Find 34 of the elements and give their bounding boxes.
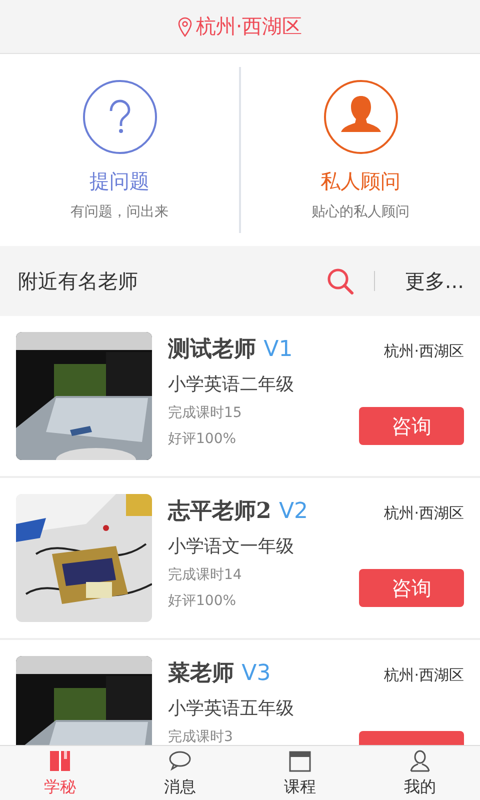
shortcut-title: 私人顾问 — [320, 170, 400, 194]
rating-label: 好评100% — [168, 430, 238, 448]
lessons-count: 完成课时15 — [168, 404, 243, 422]
tab-item[interactable]: 我的 — [360, 746, 480, 800]
section-title: 附近有名老师 — [18, 268, 139, 294]
person-icon — [408, 748, 432, 772]
teacher-name: 测试老师 V1 — [168, 335, 294, 364]
chat-bubble-icon — [168, 748, 192, 772]
location-label: 杭州·西湖区 — [384, 666, 464, 685]
location-label: 杭州·西湖区 — [384, 504, 464, 523]
shortcut-title: 提问题 — [90, 170, 150, 194]
location-label: 杭州·西湖区 — [196, 13, 302, 40]
lessons-count: 完成课时14 — [168, 566, 243, 584]
tab-item[interactable]: 消息 — [120, 746, 240, 800]
course-label: 小学英语二年级 — [168, 373, 295, 396]
location-pin-icon — [178, 16, 192, 36]
location-label: 杭州·西湖区 — [384, 342, 464, 361]
question-icon — [80, 80, 158, 154]
tab-item[interactable]: 课程 — [240, 746, 360, 800]
lessons-count: 完成课时3 — [168, 728, 234, 745]
calendar-icon — [288, 748, 312, 772]
shortcut-subtitle: 贴心的私人顾问 — [312, 202, 410, 220]
teacher-name: 菜老师 V3 — [168, 659, 272, 688]
consult-button[interactable]: 咨询 — [359, 569, 464, 607]
teacher-name: 志平老师2 V2 — [168, 497, 310, 526]
shortcut-subtitle: 有问题，问出来 — [70, 202, 168, 220]
rating-label: 好评100% — [168, 592, 238, 610]
more-link[interactable]: 更多... — [404, 268, 464, 294]
search-icon[interactable] — [326, 267, 354, 295]
book-icon — [48, 748, 72, 772]
course-label: 小学英语五年级 — [168, 697, 295, 720]
course-label: 小学语文一年级 — [168, 535, 295, 558]
consult-button[interactable]: 咨询 — [359, 407, 464, 445]
person-icon — [322, 80, 400, 154]
